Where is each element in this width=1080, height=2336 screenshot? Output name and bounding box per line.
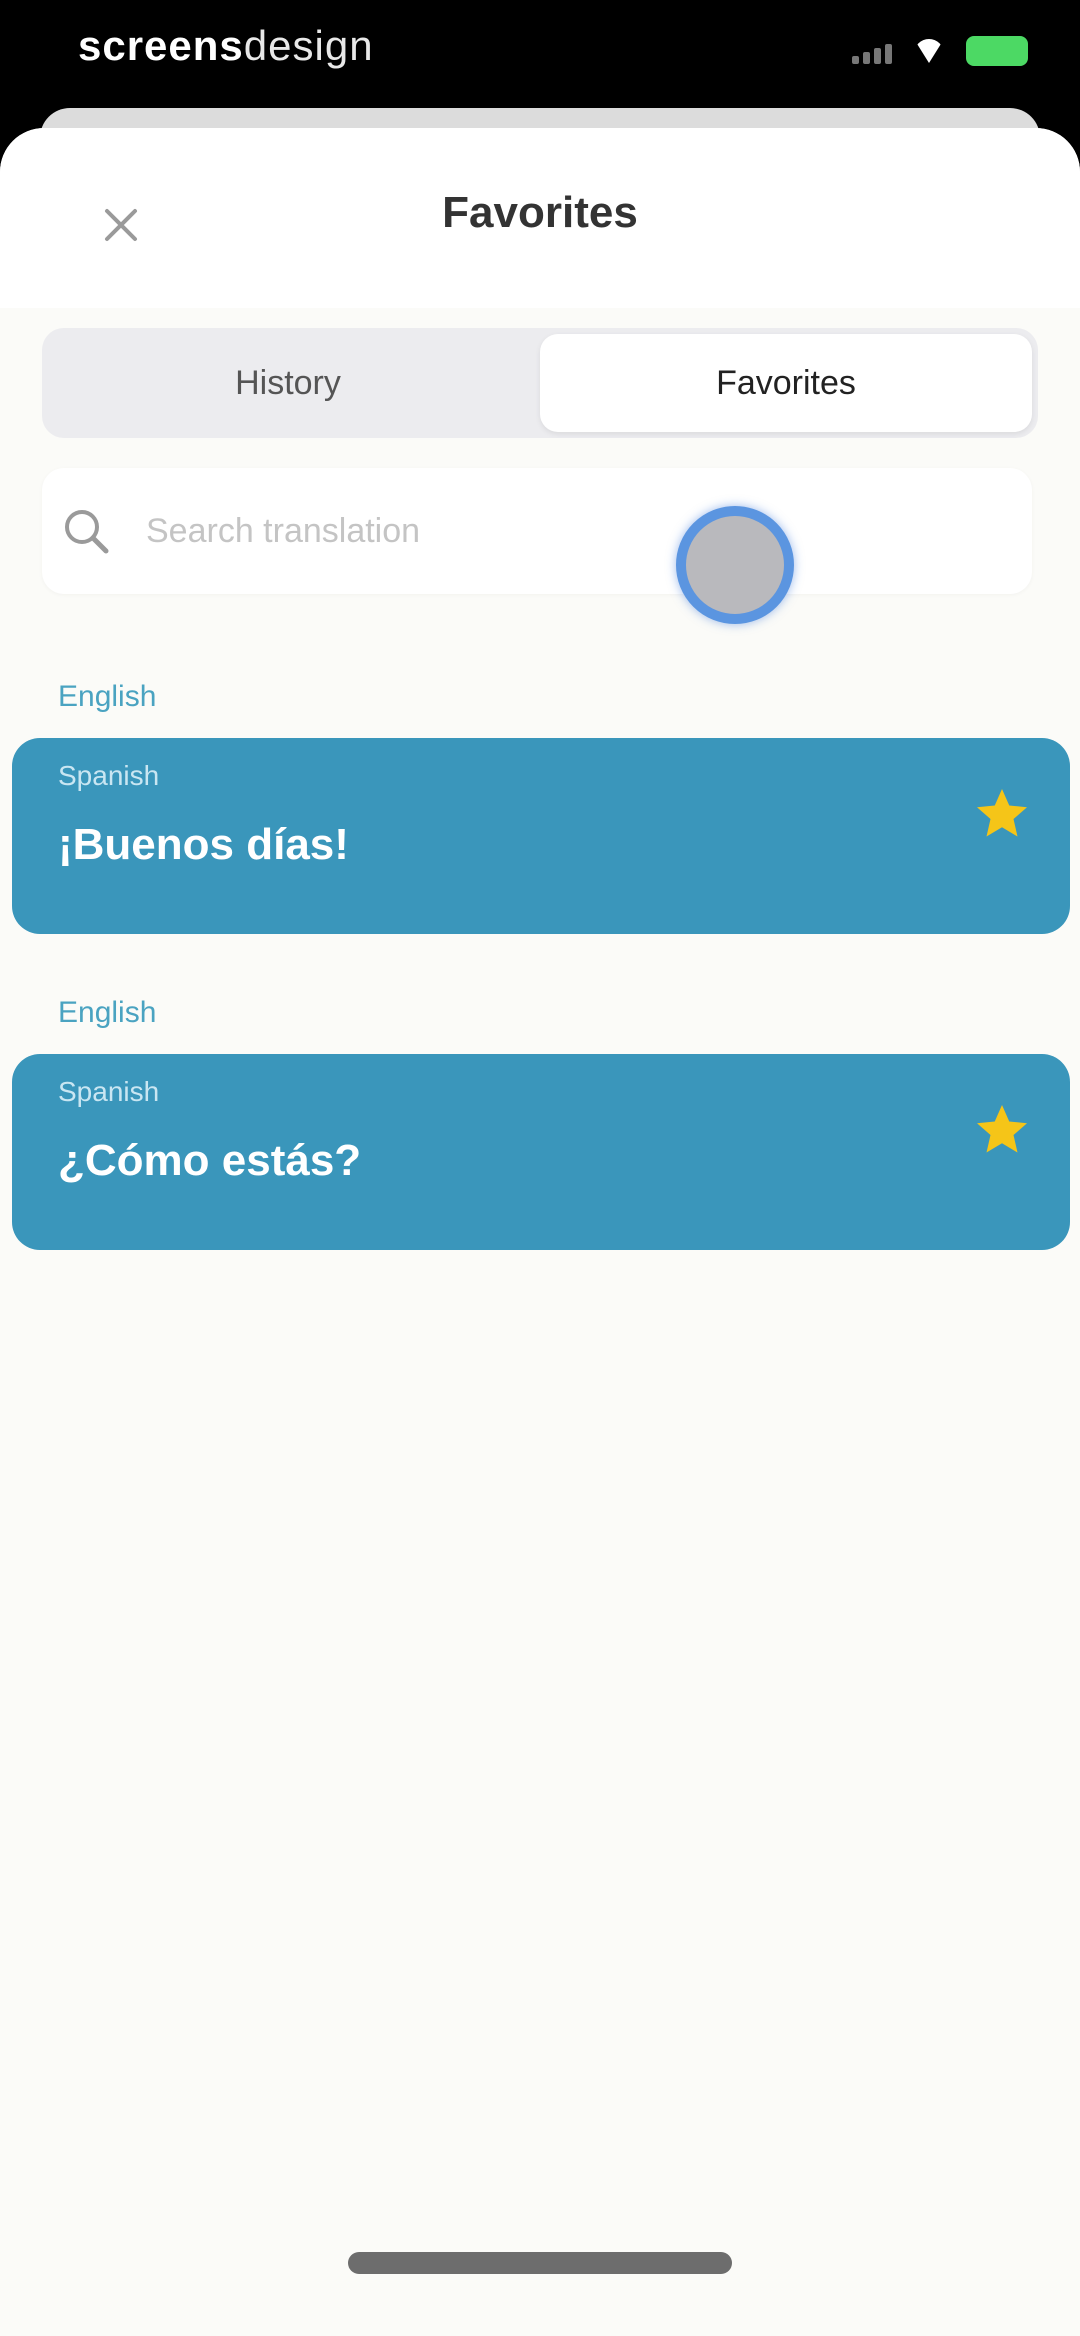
search-bar (42, 468, 1032, 594)
tab-history[interactable]: History (42, 328, 534, 438)
favorite-card[interactable]: Spanish ¡Buenos días! (12, 738, 1070, 934)
tab-favorites[interactable]: Favorites (540, 334, 1032, 432)
search-input[interactable] (144, 510, 908, 552)
touch-indicator (676, 506, 794, 624)
star-icon[interactable] (972, 784, 1032, 844)
brand-bold-text: screens (78, 22, 244, 69)
card-translation-text: ¡Buenos días! (58, 820, 349, 869)
signal-icon (852, 38, 892, 64)
card-target-language: Spanish (58, 760, 160, 791)
group-label-english: English (58, 680, 157, 713)
search-icon (65, 510, 109, 554)
status-icons (852, 36, 1028, 66)
favorites-sheet: Favorites History Favorites English Span… (0, 128, 1080, 2336)
group-label-english: English (58, 996, 157, 1029)
card-target-language: Spanish (58, 1076, 160, 1107)
favorite-card[interactable]: Spanish ¿Cómo estás? (12, 1054, 1070, 1250)
segmented-control: History Favorites (42, 328, 1038, 438)
page-title: Favorites (442, 188, 638, 237)
status-brand: screensdesign (78, 22, 374, 70)
wifi-icon (914, 39, 944, 63)
home-indicator[interactable] (348, 2252, 732, 2274)
card-translation-text: ¿Cómo estás? (58, 1136, 362, 1185)
brand-light-text: design (243, 22, 374, 69)
nav-header: Favorites (0, 128, 1080, 308)
star-icon[interactable] (972, 1100, 1032, 1160)
status-bar: screensdesign (0, 0, 1080, 110)
battery-icon (966, 36, 1028, 66)
